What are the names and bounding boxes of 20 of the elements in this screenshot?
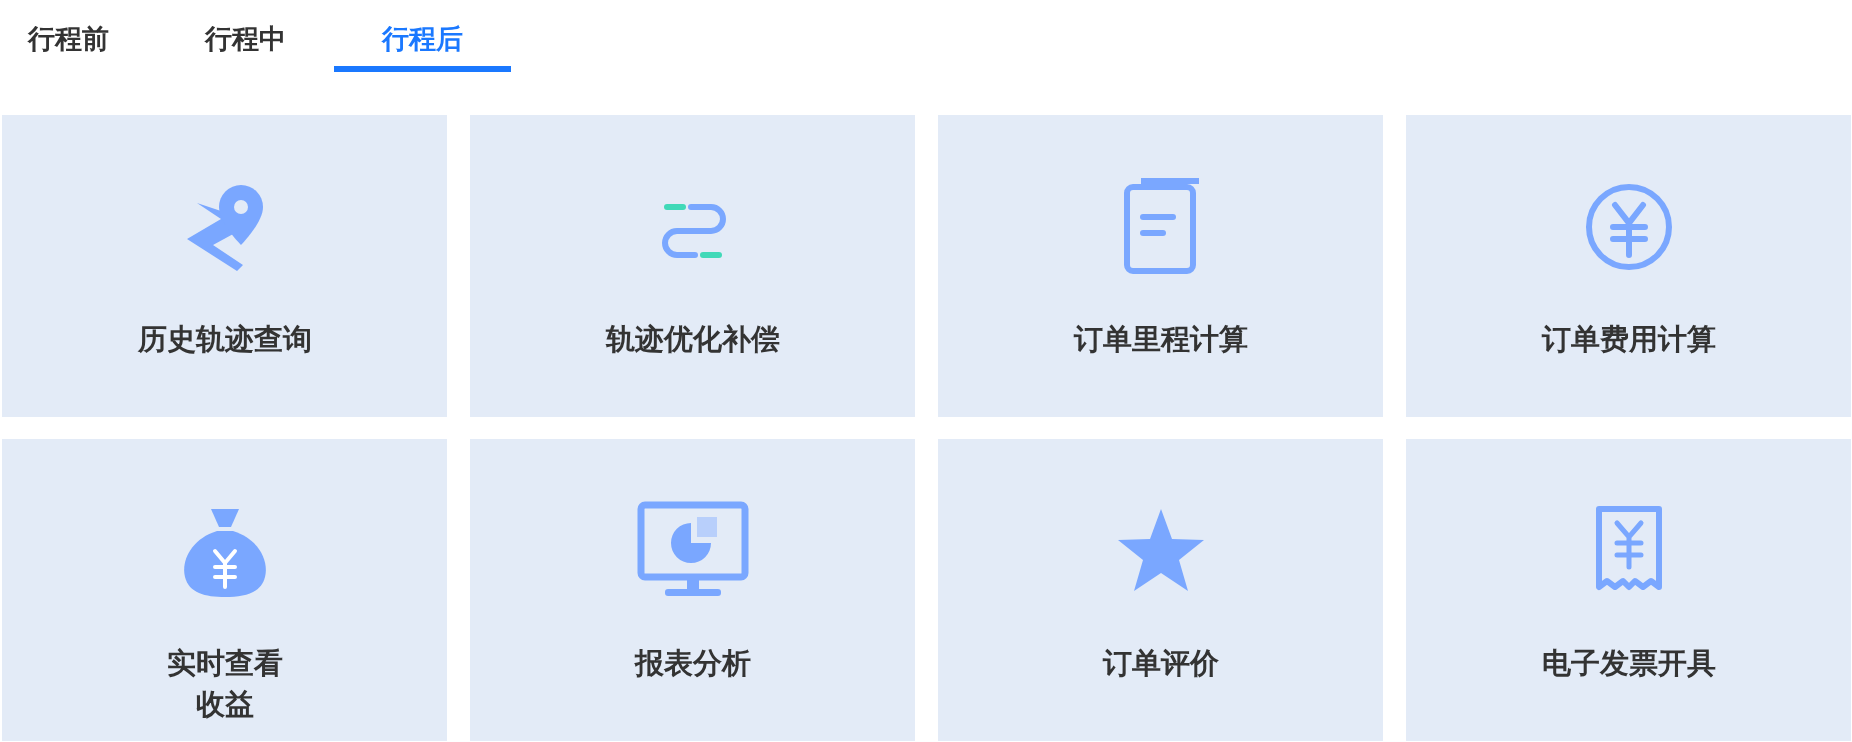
feature-card[interactable]: 实时查看 收益 — [2, 439, 447, 741]
feature-label: 收益 — [195, 685, 254, 723]
feature-card[interactable]: 历史轨迹查询 — [2, 115, 447, 417]
tab[interactable]: 行程前 — [0, 0, 157, 72]
feature-label: 电子发票开具 — [1541, 645, 1716, 682]
feature-card[interactable]: 电子发票开具 — [1406, 439, 1851, 741]
feature-card[interactable]: 报表分析 — [470, 439, 915, 741]
feature-label: 实时查看 — [166, 645, 283, 682]
feature-label: 轨迹优化补偿 — [605, 321, 780, 358]
feature-card[interactable]: 订单费用计算 — [1406, 115, 1851, 417]
feature-label: 报表分析 — [634, 645, 751, 682]
feature-label: 订单费用计算 — [1541, 321, 1716, 358]
feature-card[interactable]: 订单里程计算 — [938, 115, 1383, 417]
tab[interactable]: 行程后 — [334, 0, 511, 72]
feature-card[interactable]: 订单评价 — [938, 439, 1383, 741]
feature-label: 订单评价 — [1102, 645, 1219, 682]
feature-label: 历史轨迹查询 — [137, 321, 312, 358]
feature-card[interactable]: 轨迹优化补偿 — [470, 115, 915, 417]
feature-label: 订单里程计算 — [1073, 321, 1248, 358]
tab[interactable]: 行程中 — [157, 0, 334, 72]
